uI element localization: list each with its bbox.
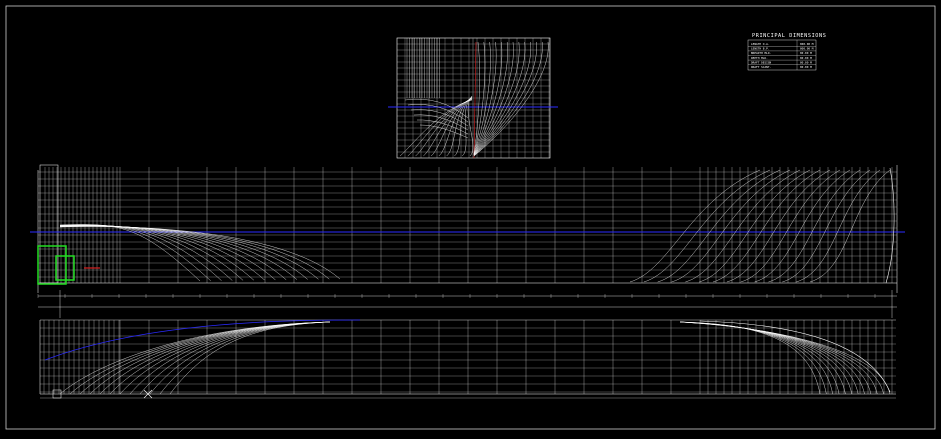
- dimension-label: LENGTH B.P.: [751, 47, 770, 51]
- dimension-value: 000.00 M: [800, 47, 814, 51]
- dimension-value: 00.00 M: [800, 56, 812, 60]
- dimension-label: DEPTH MLD.: [751, 56, 768, 60]
- dimension-value: 00.00 M: [800, 65, 812, 69]
- dimension-label: BREADTH MLD.: [751, 51, 772, 55]
- dimension-label: DRAFT DESIGN: [751, 60, 772, 64]
- dimensions-title: PRINCIPAL DIMENSIONS: [752, 33, 826, 39]
- dimension-value: 00.00 M: [800, 60, 812, 64]
- dimension-label: LENGTH O.A.: [751, 42, 770, 46]
- drawing-canvas[interactable]: PRINCIPAL DIMENSIONS LENGTH O.A. 000.00 M…: [0, 0, 941, 435]
- dimension-label: DRAFT SCANT.: [751, 65, 772, 69]
- body-plan-view: [388, 37, 558, 159]
- dimension-value: 00.00 M: [800, 51, 812, 55]
- dimension-value: 000.00 M: [800, 42, 814, 46]
- lines-plan-drawing: PRINCIPAL DIMENSIONS LENGTH O.A. 000.00 M…: [0, 0, 941, 435]
